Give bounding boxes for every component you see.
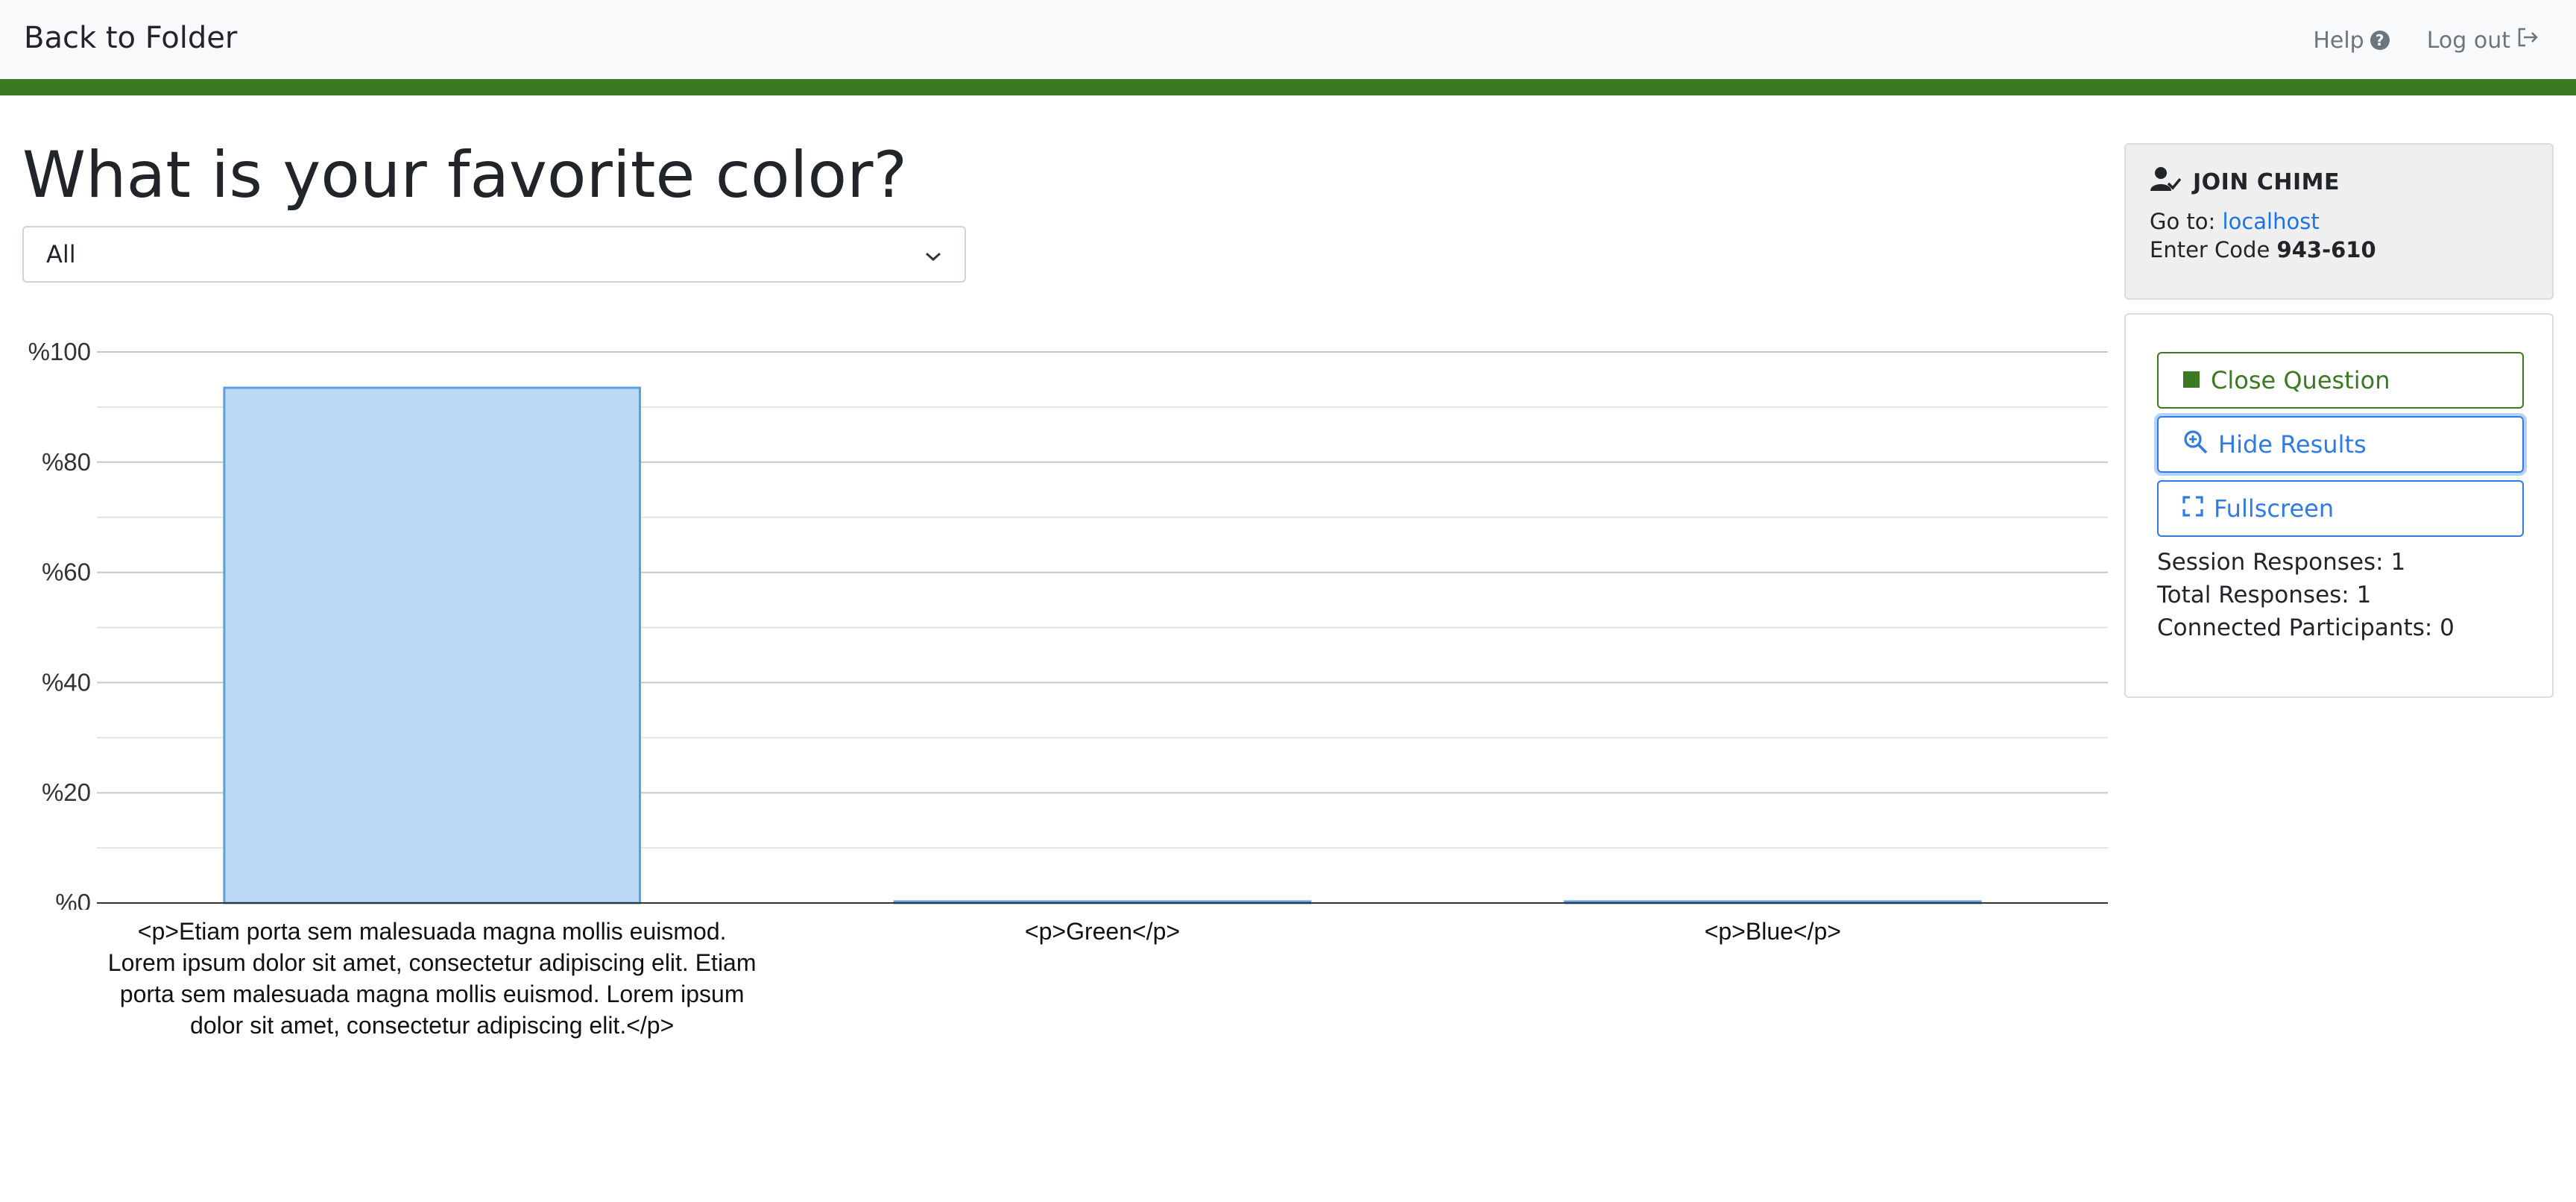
session-controls-panel: Close Question Hide Results Fullscreen S… <box>2124 313 2554 698</box>
x-category-label: <p>Blue</p> <box>1704 918 1841 945</box>
filter-selected-value: All <box>46 240 76 268</box>
navbar-right: Help ? Log out <box>2313 27 2539 54</box>
join-heading-row: JOIN CHIME <box>2150 166 2528 198</box>
y-tick-label: %80 <box>42 448 91 476</box>
chart-bars <box>223 386 1982 904</box>
connected-participants: Connected Participants: 0 <box>2157 614 2455 641</box>
code-label: Enter Code <box>2150 237 2270 262</box>
total-responses: Total Responses: 1 <box>2157 582 2372 608</box>
x-category-label: <p>Etiam porta sem malesuada magna molli… <box>107 918 757 1039</box>
chart-y-ticks: %0 %20 %40 %60 %80 %100 <box>28 338 91 910</box>
join-code: 943-610 <box>2276 237 2376 262</box>
close-question-label: Close Question <box>2211 366 2390 394</box>
chart-bar <box>223 386 641 904</box>
logout-icon <box>2516 27 2539 54</box>
user-check-icon <box>2150 166 2182 198</box>
hide-results-label: Hide Results <box>2218 430 2367 459</box>
fullscreen-icon <box>2182 494 2203 523</box>
brand-stripe <box>0 79 2576 95</box>
help-label: Help <box>2313 27 2364 54</box>
y-tick-label: %100 <box>28 338 91 365</box>
x-category-label: <p>Green</p> <box>1024 918 1181 945</box>
question-title: What is your favorite color? <box>22 138 908 213</box>
response-stats: Session Responses: 1 Total Responses: 1 … <box>2157 546 2455 644</box>
session-responses: Session Responses: 1 <box>2157 549 2406 576</box>
join-chime-panel: JOIN CHIME Go to: localhost Enter Code 9… <box>2124 143 2554 300</box>
y-tick-label: %20 <box>42 778 91 806</box>
join-goto-line: Go to: localhost <box>2150 209 2528 234</box>
stop-square-icon <box>2182 366 2200 394</box>
fullscreen-label: Fullscreen <box>2214 494 2334 523</box>
response-filter-select[interactable]: All <box>22 226 966 283</box>
y-tick-label: %40 <box>42 668 91 696</box>
close-question-button[interactable]: Close Question <box>2157 352 2524 409</box>
results-bar-chart: %0 %20 %40 %60 %80 %100 <box>28 338 2108 910</box>
top-navbar: Back to Folder Help ? Log out <box>0 0 2576 79</box>
question-circle-icon: ? <box>2370 31 2390 50</box>
hide-results-button[interactable]: Hide Results <box>2157 416 2524 473</box>
logout-link[interactable]: Log out <box>2427 27 2539 54</box>
goto-label: Go to: <box>2150 209 2216 234</box>
help-link[interactable]: Help ? <box>2313 27 2390 54</box>
join-code-line: Enter Code 943-610 <box>2150 237 2528 262</box>
join-heading: JOIN CHIME <box>2193 169 2340 195</box>
back-to-folder-link[interactable]: Back to Folder <box>24 21 237 55</box>
logout-label: Log out <box>2426 27 2510 54</box>
zoom-in-icon <box>2182 429 2208 460</box>
y-tick-label: %0 <box>55 889 91 910</box>
goto-link[interactable]: localhost <box>2223 209 2320 234</box>
fullscreen-button[interactable]: Fullscreen <box>2157 480 2524 537</box>
y-tick-label: %60 <box>42 558 91 586</box>
chevron-down-icon <box>924 240 942 268</box>
